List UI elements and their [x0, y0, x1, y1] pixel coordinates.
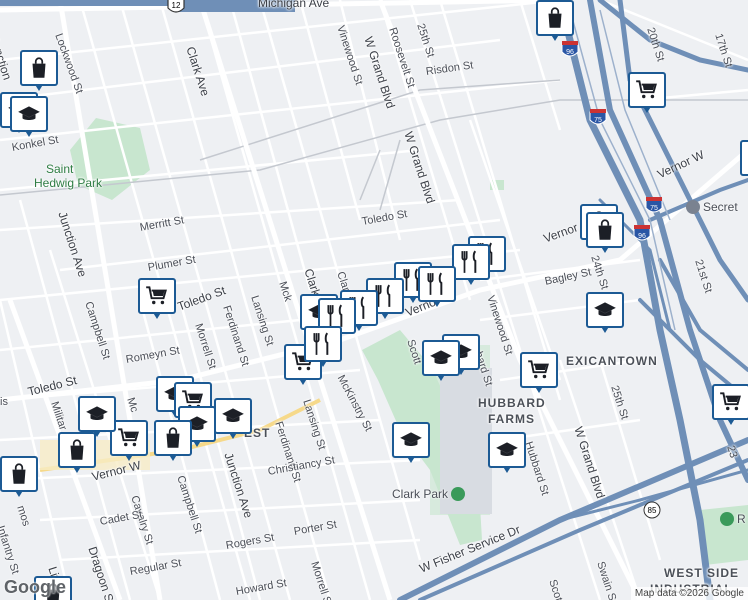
shopping-cart-icon [118, 428, 139, 447]
r-label: R [737, 512, 746, 526]
street-label-michigan: Michigan Ave [258, 0, 330, 10]
utensils-icon [313, 332, 329, 355]
i96-shield-low: 96 [633, 225, 651, 241]
place-icon [686, 200, 700, 214]
shopping-cart-icon [636, 80, 657, 99]
graduation-cap-icon [18, 106, 40, 120]
area-label-farms: FARMS [488, 412, 535, 426]
utensils-icon [427, 272, 443, 295]
shopping-bag-icon [70, 439, 84, 460]
us12-shield: 12 [167, 0, 185, 13]
area-label-west-side: WEST SIDE [664, 566, 740, 580]
shopping-bag-icon [166, 427, 180, 448]
shopping-bag-marker[interactable] [0, 456, 38, 498]
area-label-mexicantown: EXICANTOWN [566, 354, 658, 368]
shopping-cart-icon [146, 286, 167, 305]
route85-text: 85 [648, 506, 657, 515]
i96-text-low: 96 [638, 233, 646, 240]
map-canvas[interactable]: Michigan Ave Lockwood St Junction Konkel… [0, 0, 748, 600]
graduation-cap-icon [594, 302, 616, 316]
graduation-cap-marker[interactable] [422, 340, 460, 382]
shopping-bag-marker[interactable] [586, 212, 624, 254]
clark-park-poi[interactable]: Clark Park [392, 487, 466, 501]
google-logo: Google [4, 577, 66, 597]
i75-text-low: 75 [650, 205, 658, 212]
graduation-cap-marker[interactable] [10, 96, 48, 138]
shopping-cart-marker[interactable] [712, 384, 748, 426]
park-label-hedwig: Hedwig Park [34, 176, 103, 190]
shopping-bag-marker[interactable] [536, 0, 574, 42]
place-icon [720, 512, 734, 526]
graduation-cap-marker[interactable] [488, 432, 526, 474]
shopping-cart-icon [720, 392, 741, 411]
graduation-cap-marker[interactable] [392, 422, 430, 464]
graduation-cap-icon [496, 442, 518, 456]
graduation-cap-icon [430, 350, 452, 364]
park-label-saint: Saint [46, 162, 74, 176]
us12-text: 12 [172, 1, 181, 10]
shopping-cart-marker[interactable] [628, 72, 666, 114]
shopping-cart-marker[interactable] [138, 278, 176, 320]
utensils-marker[interactable] [418, 266, 456, 308]
i96-text-top: 96 [566, 49, 574, 56]
clark-park-label: Clark Park [392, 487, 449, 501]
utensils-marker[interactable] [452, 244, 490, 286]
graduation-cap-icon [400, 432, 422, 446]
utensils-marker[interactable] [304, 326, 342, 368]
secret-label: Secret [703, 200, 738, 214]
i96-shield-top: 96 [561, 41, 579, 57]
street-label-is: is [0, 396, 8, 408]
shopping-bag-marker[interactable] [154, 420, 192, 462]
r-poi[interactable]: R [720, 512, 746, 526]
secret-poi[interactable]: Secret [686, 200, 738, 214]
shopping-bag-icon [598, 219, 612, 240]
park-icon [451, 487, 466, 501]
shopping-cart-marker[interactable] [520, 352, 558, 394]
graduation-cap-marker[interactable] [214, 398, 252, 440]
i75-shield-low: 75 [645, 197, 663, 213]
graduation-cap-marker[interactable] [740, 140, 748, 182]
i75-shield: 75 [589, 109, 607, 125]
utensils-icon [461, 250, 477, 273]
shopping-bag-icon [12, 463, 26, 484]
shopping-bag-marker[interactable] [58, 432, 96, 474]
area-label-hubbard: HUBBARD [478, 396, 546, 410]
shopping-bag-icon [548, 7, 562, 28]
graduation-cap-marker[interactable] [586, 292, 624, 334]
graduation-cap-icon [222, 408, 244, 422]
shopping-bag-icon [32, 57, 46, 78]
map-attribution[interactable]: Map data ©2026 Google [630, 587, 748, 600]
shopping-bag-marker[interactable] [20, 50, 58, 92]
i75-text: 75 [594, 117, 602, 124]
graduation-cap-icon [86, 406, 108, 420]
shopping-cart-icon [528, 360, 549, 379]
route85-shield: 85 [643, 501, 661, 519]
